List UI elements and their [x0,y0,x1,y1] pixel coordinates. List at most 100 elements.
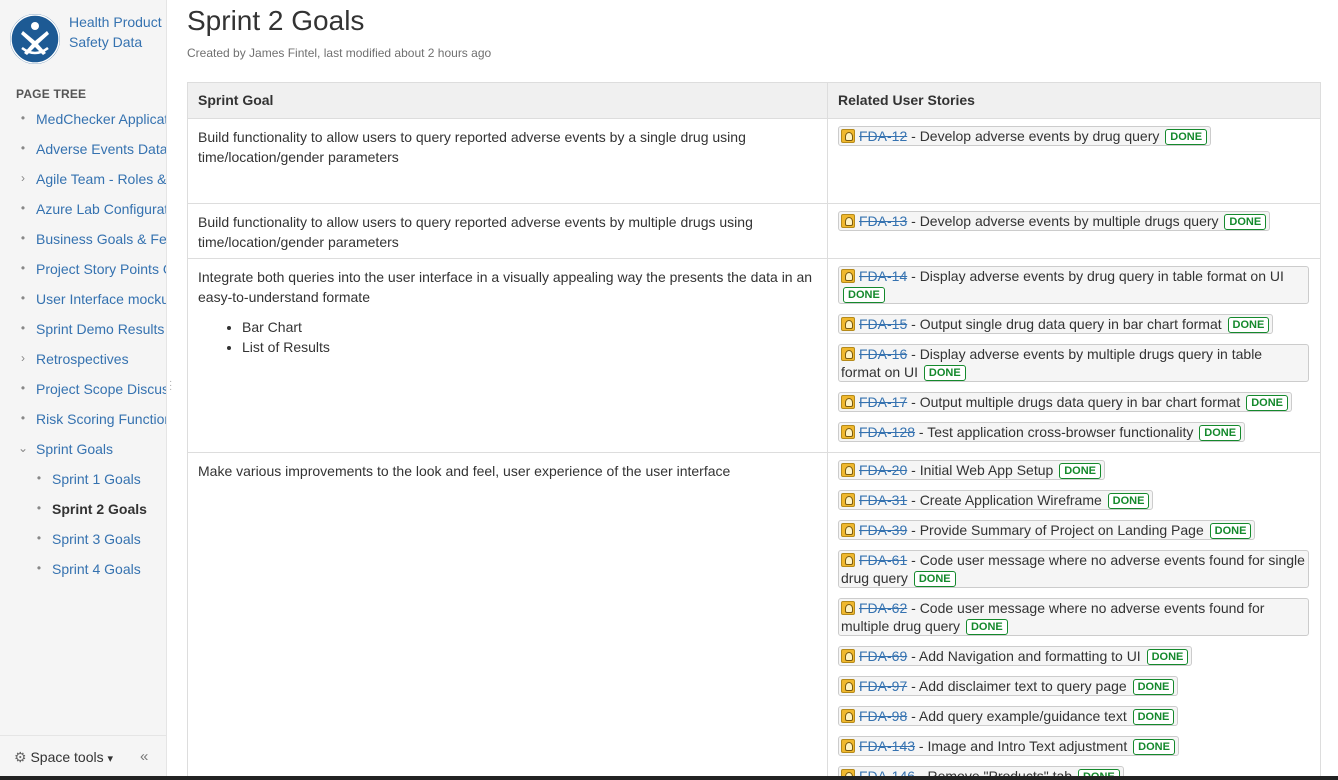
sidebar-item-label[interactable]: Adverse Events Data [36,140,166,158]
sidebar-item[interactable]: • Azure Lab Configuration [0,194,166,224]
space-tools-label: Space tools [30,749,104,765]
status-badge: DONE [843,287,885,303]
sidebar-item-label[interactable]: Sprint 4 Goals [52,560,141,578]
story-type-icon [841,739,855,753]
issue-key-link[interactable]: FDA-62 [859,600,907,616]
space-name-link[interactable]: Health Product Safety Data [69,12,166,52]
chevron-down-icon[interactable]: ⌄ [18,441,28,455]
status-badge: DONE [965,619,1008,635]
sidebar-item-label[interactable]: Project Scope Discussion [36,380,166,398]
story-type-icon [841,649,855,663]
sidebar-item[interactable]: ⌄ Sprint Goals [0,434,166,464]
issue-summary: Output single drug data query in bar cha… [919,316,1222,332]
issue-key-link[interactable]: FDA-13 [859,213,907,229]
list-item: Bar Chart [242,317,817,337]
issue-key-link[interactable]: FDA-31 [859,492,907,508]
issue-summary: Test application cross-browser functiona… [927,424,1194,440]
issue-key-link[interactable]: FDA-128 [859,424,915,440]
issue-key-link[interactable]: FDA-61 [859,552,907,568]
bullet-icon: • [36,561,42,575]
issue-summary: Add query example/guidance text [918,708,1127,724]
bullet-icon: • [36,471,42,485]
status-badge: DONE [1107,493,1150,509]
issue-summary: Add Navigation and formatting to UI [918,648,1141,664]
sidebar-item-label[interactable]: Sprint 1 Goals [52,470,141,488]
space-header[interactable]: Health Product Safety Data [10,12,166,72]
issue-summary: Output multiple drugs data query in bar … [919,394,1241,410]
issue-summary: Initial Web App Setup [919,462,1054,478]
story-type-icon [841,129,855,143]
issue-key-link[interactable]: FDA-15 [859,316,907,332]
status-badge: DONE [1165,129,1208,145]
sidebar-item-label[interactable]: MedChecker Application [36,110,166,128]
table-row: Build functionality to allow users to qu… [187,118,1321,204]
jira-issue-chip: FDA-17 - Output multiple drugs data quer… [838,392,1292,412]
sidebar-item-label[interactable]: Retrospectives [36,350,129,368]
status-badge: DONE [1059,463,1101,479]
column-header-related-user-stories: Related User Stories [827,82,1321,119]
sidebar-item[interactable]: › Agile Team - Roles & Responsibilities [0,164,166,194]
issue-key-link[interactable]: FDA-97 [859,678,907,694]
status-badge: DONE [923,365,966,381]
bullet-icon: • [20,321,26,335]
sidebar-item-label[interactable]: Sprint Goals [36,440,113,458]
issue-key-link[interactable]: FDA-39 [859,522,907,538]
issue-key-link[interactable]: FDA-17 [859,394,907,410]
sidebar-item-label[interactable]: Project Story Points Overview [36,260,166,278]
chevron-right-icon[interactable]: › [18,351,28,365]
issue-key-link[interactable]: FDA-98 [859,708,907,724]
sidebar-resize-handle[interactable]: · · · [169,377,172,395]
related-stories-cell: FDA-13 - Develop adverse events by multi… [827,203,1321,259]
sidebar-item[interactable]: • Sprint 1 Goals [0,464,166,494]
sidebar-item-label[interactable]: Sprint 2 Goals [52,500,147,518]
sidebar-item[interactable]: • Risk Scoring Function [0,404,166,434]
sidebar-item-label[interactable]: Agile Team - Roles & Responsibilities [36,170,166,188]
sidebar-item-label[interactable]: Sprint 3 Goals [52,530,141,548]
sidebar-item-label[interactable]: Business Goals & Features [36,230,166,248]
issue-key-link[interactable]: FDA-14 [859,268,907,284]
issue-key-link[interactable]: FDA-69 [859,648,907,664]
issue-key-link[interactable]: FDA-143 [859,738,915,754]
sidebar-item[interactable]: • Business Goals & Features [0,224,166,254]
sidebar-item[interactable]: • Sprint 3 Goals [0,524,166,554]
bullet-icon: • [20,231,26,245]
list-item: List of Results [242,337,817,357]
space-tools-button[interactable]: ⚙ Space tools ▾ [14,749,113,766]
sidebar-item-label[interactable]: Risk Scoring Function [36,410,166,428]
sidebar-item[interactable]: • MedChecker Application [0,104,166,134]
issue-key-link[interactable]: FDA-16 [859,346,907,362]
jira-issue-chip: FDA-39 - Provide Summary of Project on L… [838,520,1256,540]
chevron-right-icon[interactable]: › [18,171,28,185]
issue-key-link[interactable]: FDA-12 [859,128,907,144]
story-type-icon [841,214,855,228]
sidebar-item[interactable]: • Adverse Events Data [0,134,166,164]
space-tools-bar: ⚙ Space tools ▾ « [0,735,166,780]
sidebar: Health Product Safety Data PAGE TREE • Me… [0,0,167,780]
status-badge: DONE [1132,709,1175,725]
story-type-icon [841,601,855,615]
related-stories-cell: FDA-12 - Develop adverse events by drug … [827,118,1321,204]
issue-summary: Develop adverse events by multiple drugs… [919,213,1219,229]
issue-summary: Image and Intro Text adjustment [927,738,1128,754]
sidebar-item-label[interactable]: Sprint Demo Results [36,320,164,338]
status-badge: DONE [1132,679,1175,695]
collapse-sidebar-button[interactable]: « [140,748,148,765]
issue-key-link[interactable]: FDA-20 [859,462,907,478]
table-row: Build functionality to allow users to qu… [187,203,1321,259]
sidebar-item[interactable]: • Project Scope Discussion [0,374,166,404]
bullet-icon: • [20,411,26,425]
sidebar-item[interactable]: • Project Story Points Overview [0,254,166,284]
status-badge: DONE [1209,523,1252,539]
story-type-icon [841,553,855,567]
jira-issue-chip: FDA-12 - Develop adverse events by drug … [838,126,1212,146]
jira-issue-chip: FDA-128 - Test application cross-browser… [838,422,1246,442]
sidebar-item[interactable]: • User Interface mockups [0,284,166,314]
sidebar-item[interactable]: › Retrospectives [0,344,166,374]
sidebar-item-label[interactable]: User Interface mockups [36,290,166,308]
sidebar-item-label[interactable]: Azure Lab Configuration [36,200,166,218]
sidebar-item[interactable]: • Sprint 4 Goals [0,554,166,584]
sidebar-item[interactable]: • Sprint 2 Goals [0,494,166,524]
sidebar-item[interactable]: • Sprint Demo Results [0,314,166,344]
jira-issue-chip: FDA-13 - Develop adverse events by multi… [838,211,1271,231]
space-logo-icon[interactable] [10,14,60,64]
